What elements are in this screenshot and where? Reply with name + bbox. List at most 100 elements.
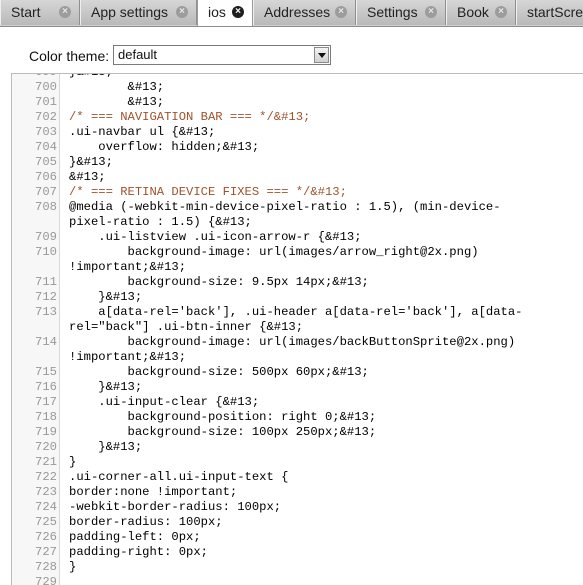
tab-addresses[interactable]: Addresses ×	[253, 0, 356, 25]
code-line[interactable]: 703 .ui-navbar ul {&#13;	[12, 125, 583, 140]
code-text: /* === RETINA DEVICE FIXES === */&#13;	[69, 185, 347, 199]
line-number: 717	[35, 395, 57, 409]
line-number: 715	[35, 365, 57, 379]
code-text: .ui-input-clear {&#13;	[69, 395, 260, 409]
code-text: !important;&#13;	[69, 350, 187, 364]
line-number: 703	[35, 125, 57, 139]
code-line[interactable]: 706 &#13;	[12, 170, 583, 185]
code-text: @media (-webkit-min-device-pixel-ratio :…	[69, 200, 501, 214]
code-line[interactable]: 723 border:none !important;	[12, 485, 583, 500]
code-line[interactable]: 720 }&#13;	[12, 440, 583, 455]
code-text: }&#13;	[69, 440, 143, 454]
line-number: 719	[35, 425, 57, 439]
line-number: 721	[35, 455, 57, 469]
code-text: .ui-listview .ui-icon-arrow-r {&#13;	[69, 230, 362, 244]
code-text: }&#13;	[69, 380, 143, 394]
code-line[interactable]: 714 background-image: url(images/backBut…	[12, 335, 583, 350]
line-number: 713	[35, 305, 57, 319]
code-text: background-size: 100px 250px;&#13;	[69, 425, 377, 439]
tab-settings[interactable]: Settings ×	[356, 0, 446, 25]
line-number: 718	[35, 410, 57, 424]
tab-label: Start	[11, 4, 41, 20]
code-line[interactable]: 699}&#13;	[12, 74, 583, 80]
code-line[interactable]: 728}	[12, 560, 583, 575]
line-number: 712	[35, 290, 57, 304]
close-icon[interactable]: ×	[335, 6, 347, 18]
line-number: 710	[35, 245, 57, 259]
code-line[interactable]: 700 &#13;	[12, 80, 583, 95]
code-line[interactable]: 722 .ui-corner-all.ui-input-text {	[12, 470, 583, 485]
code-line[interactable]: pixel-ratio : 1.5) {&#13;	[12, 215, 583, 230]
code-line[interactable]: 710 background-image: url(images/arrow_r…	[12, 245, 583, 260]
code-line[interactable]: 711 background-size: 9.5px 14px;&#13;	[12, 275, 583, 290]
line-number: 709	[35, 230, 57, 244]
tab-ios[interactable]: ios ×	[197, 0, 253, 26]
line-number: 727	[35, 545, 57, 559]
code-text: overflow: hidden;&#13;	[69, 140, 260, 154]
line-number: 716	[35, 380, 57, 394]
code-text: -webkit-border-radius: 100px;	[69, 500, 282, 514]
code-line[interactable]: 709 .ui-listview .ui-icon-arrow-r {&#13;	[12, 230, 583, 245]
line-number: 723	[35, 485, 57, 499]
code-line[interactable]: 701 &#13;	[12, 95, 583, 110]
line-number: 704	[35, 140, 57, 154]
color-theme-value: default	[118, 47, 158, 62]
code-line[interactable]: 708 @media (-webkit-min-device-pixel-rati…	[12, 200, 583, 215]
code-text: /* === NAVIGATION BAR === */&#13;	[69, 110, 311, 124]
line-number: 724	[35, 500, 57, 514]
code-text: padding-right: 0px;	[69, 545, 208, 559]
tab-label: Settings	[367, 4, 418, 20]
code-text: background-position: right 0;&#13;	[69, 410, 377, 424]
code-text: padding-left: 0px;	[69, 530, 201, 544]
code-text: .ui-navbar ul {&#13;	[69, 125, 216, 139]
close-icon[interactable]: ×	[59, 6, 71, 18]
code-line[interactable]: rel="back"] .ui-btn-inner {&#13;	[12, 320, 583, 335]
tab-startscreen[interactable]: startScre	[516, 0, 583, 25]
code-line[interactable]: 729	[12, 575, 583, 585]
chevron-down-icon[interactable]	[314, 47, 329, 63]
code-line[interactable]: 724 -webkit-border-radius: 100px;	[12, 500, 583, 515]
code-line[interactable]: !important;&#13;	[12, 260, 583, 275]
code-line[interactable]: 721}	[12, 455, 583, 470]
code-line[interactable]: 718 background-position: right 0;&#13;	[12, 410, 583, 425]
tab-bar: Start × App settings × ios × Addresses ×…	[0, 0, 583, 27]
code-line[interactable]: 717 .ui-input-clear {&#13;	[12, 395, 583, 410]
code-line[interactable]: 707 /* === RETINA DEVICE FIXES === */&#13…	[12, 185, 583, 200]
tab-start[interactable]: Start ×	[0, 0, 80, 25]
code-line[interactable]: 712 }&#13;	[12, 290, 583, 305]
code-text: }&#13;	[69, 155, 113, 169]
code-line[interactable]: 702 /* === NAVIGATION BAR === */&#13;	[12, 110, 583, 125]
code-line[interactable]: 725 border-radius: 100px;	[12, 515, 583, 530]
line-number: 707	[35, 185, 57, 199]
code-editor[interactable]: 699}&#13;700 &#13;701 &#13;702/* === NAV…	[11, 73, 583, 585]
code-text: }	[69, 560, 77, 574]
code-text: &#13;	[69, 170, 106, 184]
code-line[interactable]: 704 overflow: hidden;&#13;	[12, 140, 583, 155]
line-number: 705	[35, 155, 57, 169]
line-number: 708	[35, 200, 57, 214]
line-number: 720	[35, 440, 57, 454]
code-text: background-image: url(images/arrow_right…	[69, 245, 479, 259]
line-number: 699	[12, 74, 57, 80]
code-line[interactable]: 715 background-size: 500px 60px;&#13;	[12, 365, 583, 380]
code-line[interactable]: 716 }&#13;	[12, 380, 583, 395]
code-line[interactable]: 727 padding-right: 0px;	[12, 545, 583, 560]
code-text: .ui-corner-all.ui-input-text {	[69, 470, 289, 484]
close-icon[interactable]: ×	[232, 6, 244, 18]
close-icon[interactable]: ×	[176, 6, 188, 18]
code-text: border:none !important;	[69, 485, 238, 499]
color-theme-select[interactable]: default	[113, 45, 331, 65]
code-line[interactable]: 719 background-size: 100px 250px;&#13;	[12, 425, 583, 440]
tab-book[interactable]: Book ×	[446, 0, 516, 25]
line-number: 702	[35, 110, 57, 124]
code-line[interactable]: 726 padding-left: 0px;	[12, 530, 583, 545]
code-line[interactable]: !important;&#13;	[12, 350, 583, 365]
code-line[interactable]: 705 }&#13;	[12, 155, 583, 170]
close-icon[interactable]: ×	[495, 6, 507, 18]
tab-label: startScre	[527, 4, 583, 20]
line-number: 706	[35, 170, 57, 184]
color-theme-label: Color theme:	[29, 48, 110, 64]
code-line[interactable]: 713 a[data-rel='back'], .ui-header a[dat…	[12, 305, 583, 320]
tab-app-settings[interactable]: App settings ×	[80, 0, 197, 25]
close-icon[interactable]: ×	[425, 6, 437, 18]
